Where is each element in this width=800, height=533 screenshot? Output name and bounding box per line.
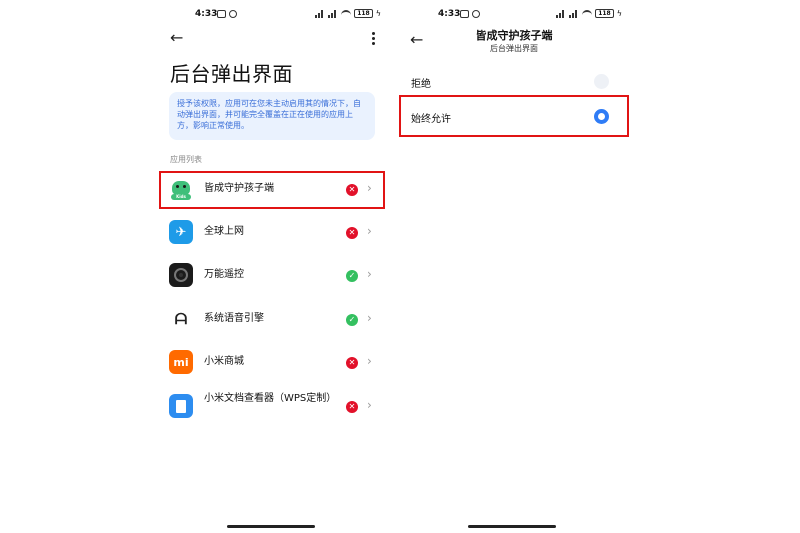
deny-status-icon: ✕ — [346, 357, 358, 369]
deny-status-icon: ✕ — [346, 227, 358, 239]
remote-control-icon — [169, 263, 193, 287]
allow-status-icon: ✓ — [346, 314, 358, 326]
battery-indicator: 118 — [595, 9, 614, 18]
chevron-right-icon: › — [367, 267, 372, 281]
section-label: 应用列表 — [170, 155, 202, 164]
voice-engine-icon: ᗩ — [169, 307, 193, 331]
global-internet-icon: ✈ — [169, 220, 193, 244]
signal-icon — [556, 9, 566, 18]
phone-screen-app-list: 4:33 118 ϟ ← 后台弹出界面 授予该权限，应用可在您未主动启用其的情况… — [155, 0, 389, 533]
app-row-global-internet[interactable]: ✈ 全球上网 ✕ › — [155, 213, 389, 253]
page-title: 后台弹出界面 — [170, 62, 293, 86]
status-time: 4:33 — [195, 9, 218, 19]
charging-icon: ϟ — [375, 9, 381, 18]
gallery-notification-icon — [460, 10, 469, 18]
app-row-xiaomi-store[interactable]: mi 小米商城 ✕ › — [155, 343, 389, 383]
page-subtitle: 后台弹出界面 — [490, 44, 538, 53]
signal-icon — [328, 9, 338, 18]
app-name: 小米商城 — [204, 356, 244, 367]
xiaomi-store-icon: mi — [169, 350, 193, 374]
option-label: 拒绝 — [411, 79, 431, 90]
status-bar: 4:33 118 ϟ — [398, 9, 630, 23]
charging-icon: ϟ — [616, 9, 622, 18]
wifi-icon — [582, 9, 593, 18]
deny-status-icon: ✕ — [346, 401, 358, 413]
signal-icon — [315, 9, 325, 18]
permission-info-box: 授予该权限，应用可在您未主动启用其的情况下，自动弹出界面，并可能完全覆盖在正在使… — [169, 92, 375, 140]
app-row-document-viewer[interactable]: 小米文档查看器（WPS定制） ✕ › — [155, 387, 389, 427]
page-title: 皆成守护孩子端 — [475, 29, 553, 42]
app-name: 小米文档查看器（WPS定制） — [204, 393, 337, 404]
back-arrow-icon[interactable]: ← — [170, 30, 183, 46]
allow-status-icon: ✓ — [346, 270, 358, 282]
phone-screen-permission-detail: 4:33 118 ϟ ← 皆成守护孩子端 后台弹出界面 拒绝 始终允许 — [398, 0, 630, 533]
app-name: 全球上网 — [204, 226, 244, 237]
app-row-remote-control[interactable]: 万能遥控 ✓ › — [155, 256, 389, 296]
app-name: 系统语音引擎 — [204, 313, 264, 324]
wifi-icon — [341, 9, 352, 18]
more-options-icon[interactable] — [372, 32, 375, 47]
status-time: 4:33 — [438, 9, 461, 19]
signal-icon — [569, 9, 579, 18]
battery-indicator: 118 — [354, 9, 373, 18]
document-viewer-icon — [169, 394, 193, 418]
home-indicator[interactable] — [227, 525, 315, 528]
chevron-right-icon: › — [367, 354, 372, 368]
chevron-right-icon: › — [367, 311, 372, 325]
settings-notification-icon — [229, 10, 237, 18]
highlight-box-app-row — [159, 171, 385, 209]
status-bar: 4:33 118 ϟ — [155, 9, 389, 23]
chevron-right-icon: › — [367, 224, 372, 238]
settings-notification-icon — [472, 10, 480, 18]
radio-unselected-icon[interactable] — [594, 74, 609, 89]
highlight-box-always-allow — [399, 95, 629, 137]
app-row-voice-engine[interactable]: ᗩ 系统语音引擎 ✓ › — [155, 300, 389, 340]
chevron-right-icon: › — [367, 398, 372, 412]
permission-info-text: 授予该权限，应用可在您未主动启用其的情况下，自动弹出界面，并可能完全覆盖在正在使… — [177, 99, 361, 130]
app-name: 万能遥控 — [204, 269, 244, 280]
home-indicator[interactable] — [468, 525, 556, 528]
gallery-notification-icon — [217, 10, 226, 18]
